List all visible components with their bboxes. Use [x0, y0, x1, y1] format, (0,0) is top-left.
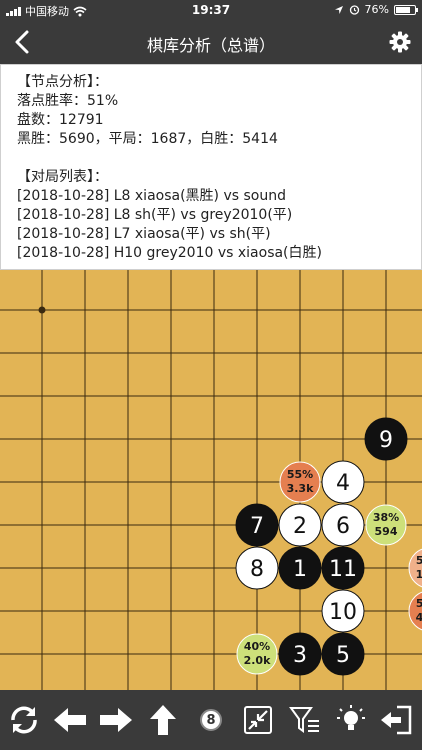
- black-stone: 1: [278, 546, 322, 590]
- filter-button[interactable]: [287, 702, 323, 738]
- black-stone: 7: [235, 503, 279, 547]
- move-number-label: 6: [336, 514, 350, 539]
- info-panel: 【节点分析】： 落点胜率：51% 盘数：12791 黑胜：5690，平局：168…: [0, 64, 422, 270]
- filter-icon: [289, 707, 319, 733]
- node-analysis-header: 【节点分析】：: [17, 74, 108, 90]
- white-stone: 6: [321, 503, 365, 547]
- arrow-left-icon: [54, 708, 86, 732]
- location-icon: [334, 5, 343, 14]
- parent-node-button[interactable]: [145, 702, 181, 738]
- move-number-label: 11: [329, 557, 357, 582]
- refresh-icon: [11, 706, 37, 734]
- black-stone: 11: [321, 546, 365, 590]
- hint-count-label: 3.3k: [287, 482, 314, 495]
- gear-icon: [389, 31, 411, 53]
- move-number-label: 1: [293, 557, 307, 582]
- hint-count-label: 594: [375, 525, 398, 538]
- move-number-label: 8: [250, 557, 264, 582]
- white-stone: 2: [278, 503, 322, 547]
- black-stone: 9: [364, 417, 408, 461]
- game-count: 盘数：12791: [17, 112, 104, 128]
- win-rate: 落点胜率：51%: [17, 93, 119, 109]
- hint-count-label: 4.7k: [416, 611, 422, 624]
- hint-rate-label: 38%: [373, 511, 399, 524]
- move-number-label: 9: [379, 428, 393, 453]
- hint-rate-label: 55%: [287, 468, 313, 481]
- refresh-button[interactable]: [6, 702, 42, 738]
- exit-icon: [381, 705, 412, 735]
- collapse-icon: [244, 706, 272, 734]
- move-number-label: 4: [336, 471, 350, 496]
- hint-rate-label: 40%: [244, 640, 270, 653]
- white-stone: 4: [321, 460, 365, 504]
- black-stone: 3: [278, 632, 322, 676]
- star-point: [38, 306, 46, 314]
- white-stone: 8: [235, 546, 279, 590]
- game-list-item[interactable]: [2018-10-28] L8 sh(平) vs grey2010(平): [17, 206, 405, 225]
- hint-button[interactable]: [333, 702, 369, 738]
- status-bar: 中国移动 19:37 76%: [0, 0, 422, 20]
- lightbulb-icon: [337, 705, 365, 730]
- hint-count-label: 1.7k: [416, 568, 422, 581]
- game-list-item[interactable]: [2018-10-28] H10 grey2010 vs xiaosa(白胜): [17, 244, 405, 263]
- game-list-item[interactable]: [2018-10-28] L8 xiaosa(黑胜) vs sound: [17, 187, 405, 206]
- hint-rate-label: 54%: [416, 554, 422, 567]
- move-number-badge: 8: [200, 709, 222, 731]
- status-right: 76%: [334, 3, 418, 16]
- hint-count-label: 2.0k: [244, 654, 271, 667]
- battery-percent: 76%: [364, 3, 389, 16]
- arrow-up-icon: [150, 705, 176, 735]
- exit-button[interactable]: [378, 702, 414, 738]
- white-stone: 10: [321, 589, 365, 633]
- go-board[interactable]: 55%3.3k 38%594 54%1.7k 50%4.7k 40%2.0k 1 2 3 4 5 6…: [0, 270, 422, 690]
- candidate-move-hint[interactable]: 38%594: [365, 504, 407, 546]
- candidate-move-hint[interactable]: 40%2.0k: [236, 633, 278, 675]
- arrow-right-icon: [100, 708, 132, 732]
- bottom-toolbar: 8: [0, 690, 422, 750]
- hint-rate-label: 50%: [416, 597, 422, 610]
- result-breakdown: 黑胜：5690，平局：1687，白胜：5414: [17, 131, 278, 147]
- black-stone: 5: [321, 632, 365, 676]
- move-number-button[interactable]: 8: [193, 702, 229, 738]
- board-canvas[interactable]: 55%3.3k 38%594 54%1.7k 50%4.7k 40%2.0k 1 2 3 4 5 6…: [0, 270, 422, 690]
- nav-bar: 棋库分析（总谱）: [0, 20, 422, 64]
- move-number-label: 5: [336, 643, 350, 668]
- move-number-label: 10: [329, 600, 357, 625]
- collapse-button[interactable]: [240, 702, 276, 738]
- page-title: 棋库分析（总谱）: [146, 36, 275, 55]
- move-number-label: 7: [250, 514, 264, 539]
- alarm-icon: [349, 5, 359, 15]
- game-list-item[interactable]: [2018-10-28] L7 xiaosa(平) vs sh(平): [17, 225, 405, 244]
- move-number-label: 2: [293, 514, 307, 539]
- move-number-label: 3: [293, 643, 307, 668]
- previous-move-button[interactable]: [52, 702, 88, 738]
- candidate-move-hint[interactable]: 55%3.3k: [279, 461, 321, 503]
- next-move-button[interactable]: [98, 702, 134, 738]
- game-list-header: 【对局列表】：: [17, 169, 108, 185]
- battery-icon: [394, 4, 418, 15]
- settings-button[interactable]: [388, 30, 412, 54]
